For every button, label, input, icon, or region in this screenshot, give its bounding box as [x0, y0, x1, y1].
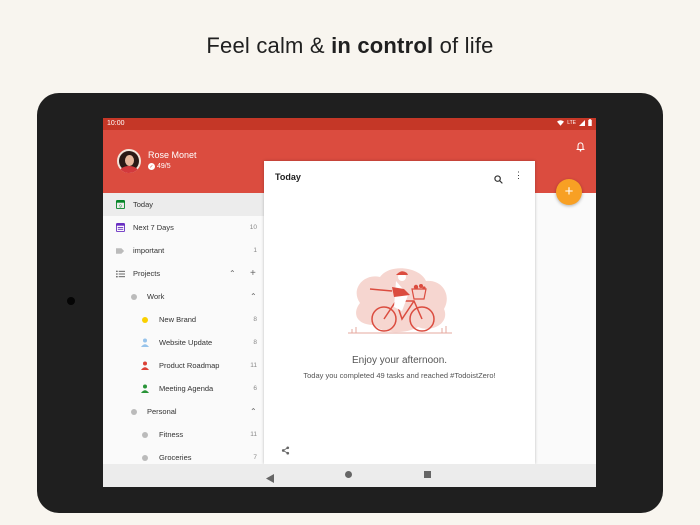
list-icon [115, 269, 125, 279]
app-screen: 10:00 LTE Rose Monet ✓ 49/5 9 Today Next… [103, 118, 596, 487]
empty-state-title: Enjoy your afternoon. [351, 355, 448, 366]
collapse-chevron-icon[interactable]: ⌃ [250, 407, 257, 416]
page-title: Today [275, 172, 301, 182]
network-label: LTE [567, 119, 576, 126]
karma-badge: ✓ 49/5 [148, 163, 171, 170]
sidebar-item-meeting-agenda[interactable]: Meeting Agenda 6 [103, 377, 264, 400]
sidebar-item-personal[interactable]: Personal ⌃ [103, 400, 264, 423]
karma-value: 49/5 [157, 163, 171, 170]
sidebar: 9 Today Next 7 Days 10 important 1 Proje… [103, 193, 264, 464]
sidebar-item-label: Next 7 Days [133, 223, 174, 232]
item-count: 8 [253, 316, 257, 323]
sidebar-item-next-7-days[interactable]: Next 7 Days 10 [103, 216, 264, 239]
item-count: 8 [253, 339, 257, 346]
collapse-chevron-icon[interactable]: ⌃ [250, 292, 257, 301]
empty-state-subtitle: Today you completed 49 tasks and reached… [303, 371, 496, 380]
sidebar-item-label: Website Update [159, 338, 213, 347]
sidebar-item-projects[interactable]: Projects ⌃ + [103, 262, 264, 285]
person-icon [140, 361, 150, 371]
status-time: 10:00 [107, 120, 125, 127]
label-tag-icon [115, 246, 125, 256]
add-task-button[interactable]: + [556, 179, 582, 205]
item-count: 1 [253, 247, 257, 254]
karma-check-icon: ✓ [148, 163, 155, 170]
sidebar-item-label: Meeting Agenda [159, 384, 214, 393]
sidebar-item-label: Work [147, 292, 165, 301]
status-icons: LTE [557, 119, 592, 126]
sidebar-item-fitness[interactable]: Fitness 11 [103, 423, 264, 446]
sidebar-item-label: Fitness [159, 430, 184, 439]
sidebar-item-label: New Brand [159, 315, 197, 324]
status-bar: 10:00 LTE [103, 118, 596, 130]
wifi-icon [557, 119, 565, 126]
item-count: 11 [250, 362, 257, 369]
home-icon[interactable] [345, 471, 352, 478]
collapse-chevron-icon[interactable]: ⌃ [229, 269, 236, 278]
battery-icon [588, 119, 592, 126]
signal-icon [579, 119, 585, 126]
add-project-icon[interactable]: + [250, 268, 256, 279]
item-count: 7 [253, 454, 257, 461]
recents-icon[interactable] [424, 471, 431, 478]
person-icon [140, 338, 150, 348]
project-dot-icon [140, 453, 150, 463]
camera-dot [67, 297, 75, 305]
item-count: 6 [253, 385, 257, 392]
project-dot-icon [140, 315, 150, 325]
sidebar-item-label: Product Roadmap [159, 361, 220, 370]
user-name: Rose Monet [148, 150, 197, 160]
headline-suffix: of life [433, 33, 494, 58]
system-nav-bar [103, 464, 596, 487]
project-dot-icon [140, 430, 150, 440]
more-options-icon[interactable]: ⋮ [514, 170, 523, 181]
bell-icon[interactable] [575, 139, 586, 157]
sidebar-item-label: Projects [133, 269, 161, 278]
sidebar-item-work[interactable]: Work ⌃ [103, 285, 264, 308]
cyclist-illustration [346, 261, 454, 344]
person-icon [140, 384, 150, 394]
sidebar-item-product-roadmap[interactable]: Product Roadmap 11 [103, 354, 264, 377]
back-icon[interactable] [266, 470, 274, 487]
sidebar-item-label: Groceries [159, 453, 192, 462]
headline-prefix: Feel calm & [206, 33, 332, 58]
headline-bold: in control [331, 33, 434, 58]
svg-text:9: 9 [119, 204, 122, 209]
today-panel: Today ⋮ Enjoy your afternoon. Today you … [264, 161, 535, 464]
item-count: 11 [250, 431, 257, 438]
sidebar-item-today[interactable]: 9 Today [103, 193, 264, 216]
calendar-week-icon [115, 223, 125, 233]
sidebar-item-label: Personal [147, 407, 177, 416]
sidebar-item-important[interactable]: important 1 [103, 239, 264, 262]
headline: Feel calm & in control of life [0, 33, 700, 59]
avatar[interactable] [117, 149, 141, 173]
project-dot-icon [129, 407, 139, 417]
search-icon[interactable] [494, 171, 503, 189]
item-count: 10 [249, 224, 257, 231]
share-icon[interactable] [281, 442, 290, 460]
sidebar-item-new-brand[interactable]: New Brand 8 [103, 308, 264, 331]
calendar-today-icon: 9 [115, 200, 125, 210]
project-dot-icon [129, 292, 139, 302]
tablet-frame: 10:00 LTE Rose Monet ✓ 49/5 9 Today Next… [37, 93, 663, 513]
sidebar-item-label: Today [133, 200, 154, 209]
sidebar-item-label: important [133, 246, 165, 255]
sidebar-item-website-update[interactable]: Website Update 8 [103, 331, 264, 354]
